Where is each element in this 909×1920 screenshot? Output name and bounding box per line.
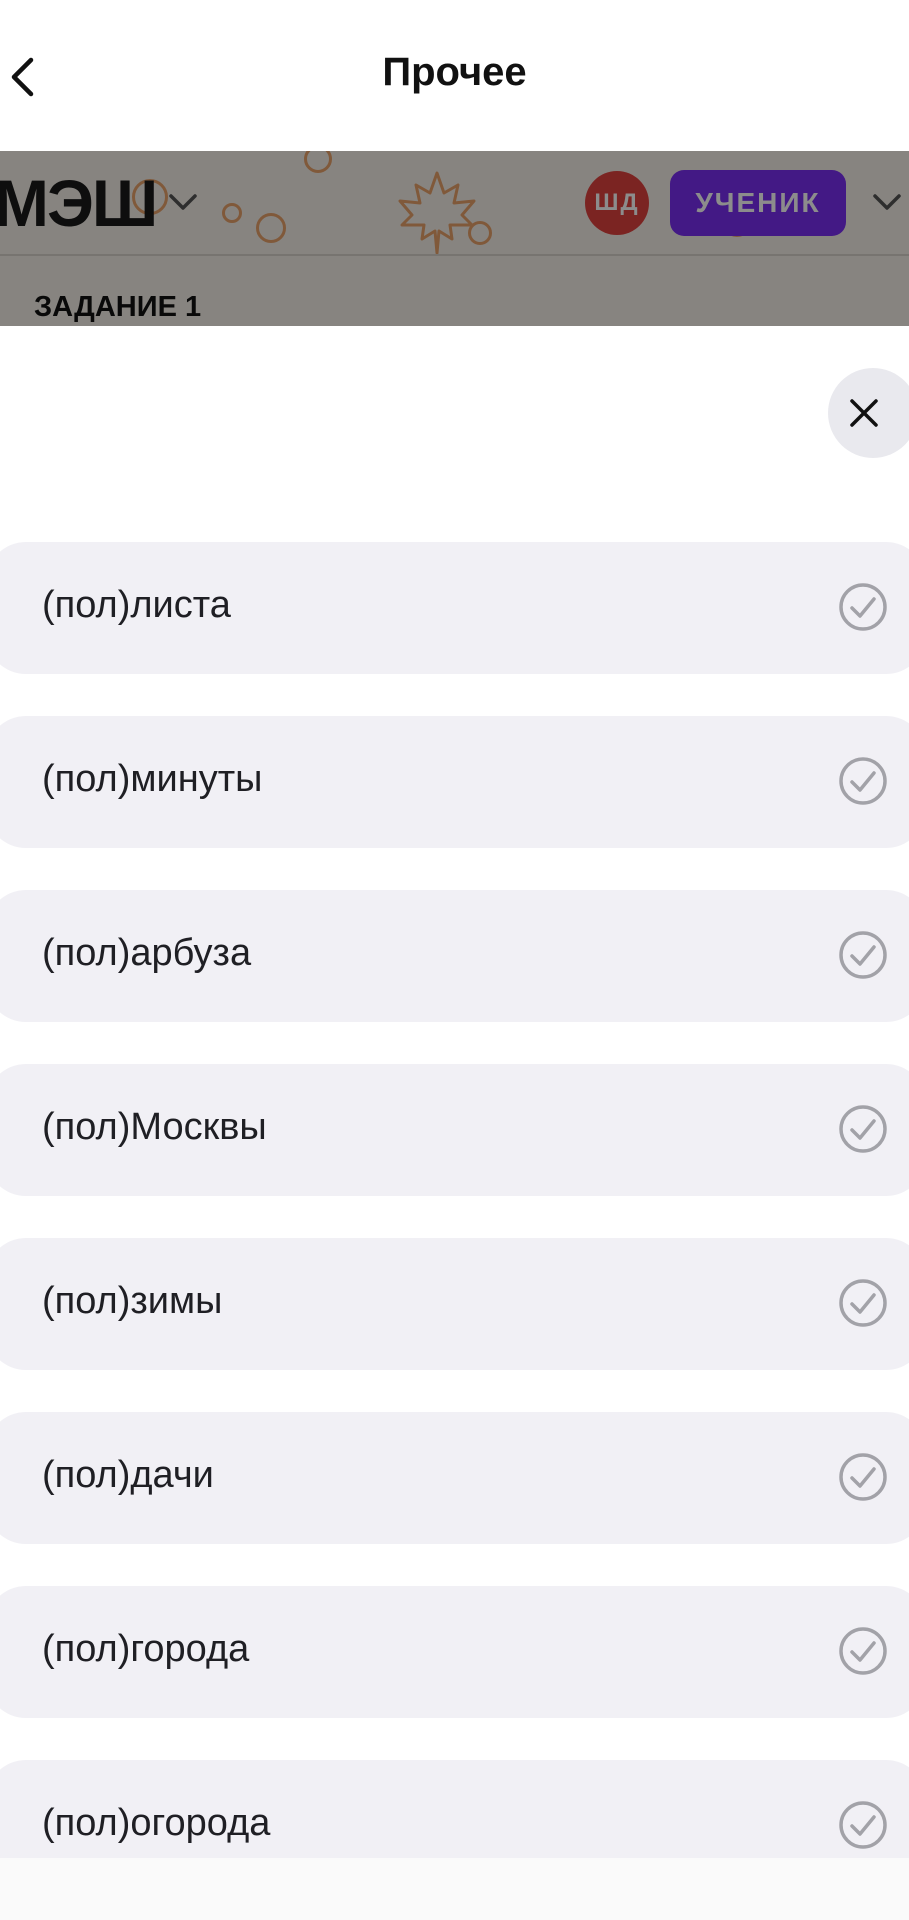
check-circle-icon [839, 1105, 887, 1153]
check-circle-icon [839, 583, 887, 631]
option-item[interactable]: (пол)листа [0, 542, 909, 674]
close-button[interactable] [828, 368, 909, 458]
option-label: (пол)города [42, 1628, 250, 1670]
check-circle-icon [839, 1279, 887, 1327]
check-circle-icon [839, 1801, 887, 1849]
check-circle-icon [839, 757, 887, 805]
option-item[interactable]: (пол)арбуза [0, 890, 909, 1022]
option-item[interactable]: (пол)Москвы [0, 1064, 909, 1196]
check-circle-icon [839, 931, 887, 979]
options-list: (пол)листа (пол)минуты (пол)арбуза (пол)… [0, 542, 909, 1920]
option-label: (пол)арбуза [42, 932, 252, 974]
screen: Прочее МЭШ ШД УЧЕНИК ЗАДАНИЕ 1 (пол)лист… [0, 0, 909, 1920]
page-title: Прочее [382, 50, 527, 94]
option-label: (пол)Москвы [42, 1106, 267, 1148]
bottom-safe-area [0, 1858, 909, 1920]
option-item[interactable]: (пол)зимы [0, 1238, 909, 1370]
option-item[interactable]: (пол)минуты [0, 716, 909, 848]
options-sheet: (пол)листа (пол)минуты (пол)арбуза (пол)… [0, 326, 909, 1920]
check-circle-icon [839, 1627, 887, 1675]
option-label: (пол)листа [42, 584, 231, 626]
top-nav-bar: Прочее [0, 0, 909, 151]
option-item[interactable]: (пол)города [0, 1586, 909, 1718]
option-label: (пол)зимы [42, 1280, 223, 1322]
option-label: (пол)дачи [42, 1454, 214, 1496]
webview-background: МЭШ ШД УЧЕНИК ЗАДАНИЕ 1 [0, 151, 909, 326]
check-circle-icon [839, 1453, 887, 1501]
option-label: (пол)минуты [42, 758, 263, 800]
close-icon [850, 399, 878, 427]
option-label: (пол)огорода [42, 1802, 271, 1844]
option-item[interactable]: (пол)дачи [0, 1412, 909, 1544]
dim-overlay[interactable] [0, 151, 909, 326]
